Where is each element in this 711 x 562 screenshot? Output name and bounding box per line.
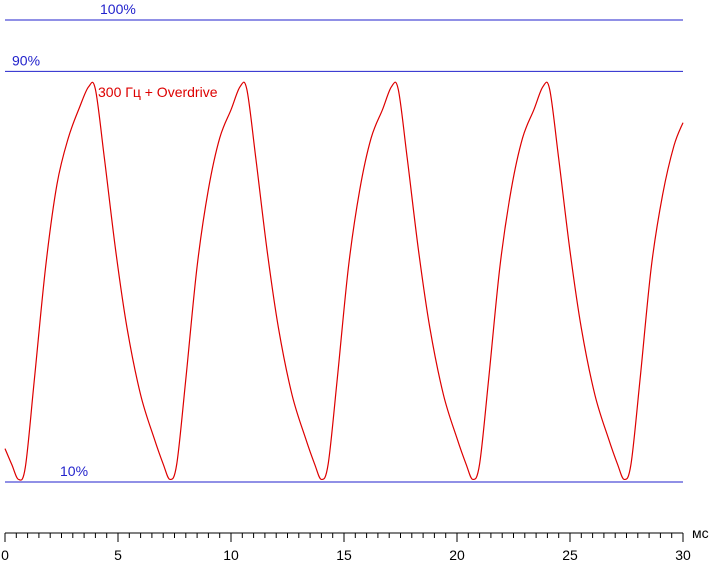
reference-label-90: 90% [12,52,40,68]
reference-lines: 100% 90% 10% [5,1,683,483]
x-tick-label: 30 [675,547,691,562]
reference-label-10: 10% [60,463,88,479]
x-tick-label: 10 [223,547,239,562]
series-label: 300 Гц + Overdrive [98,84,218,100]
reference-label-100: 100% [100,1,136,17]
x-tick-label: 0 [1,547,9,562]
x-tick-label: 20 [449,547,465,562]
x-tick-label: 15 [336,547,352,562]
series-line [4,81,684,481]
x-tick-label: 5 [114,547,122,562]
x-axis: 0 5 10 15 20 25 30мс [1,525,709,562]
chart: 100% 90% 10% 300 Гц + Overdrive 0 5 10 15 20 25… [1,1,709,562]
x-tick-label: 25 [562,547,578,562]
series-group: 300 Гц + Overdrive [4,81,684,481]
x-unit-label: мс [692,525,709,541]
